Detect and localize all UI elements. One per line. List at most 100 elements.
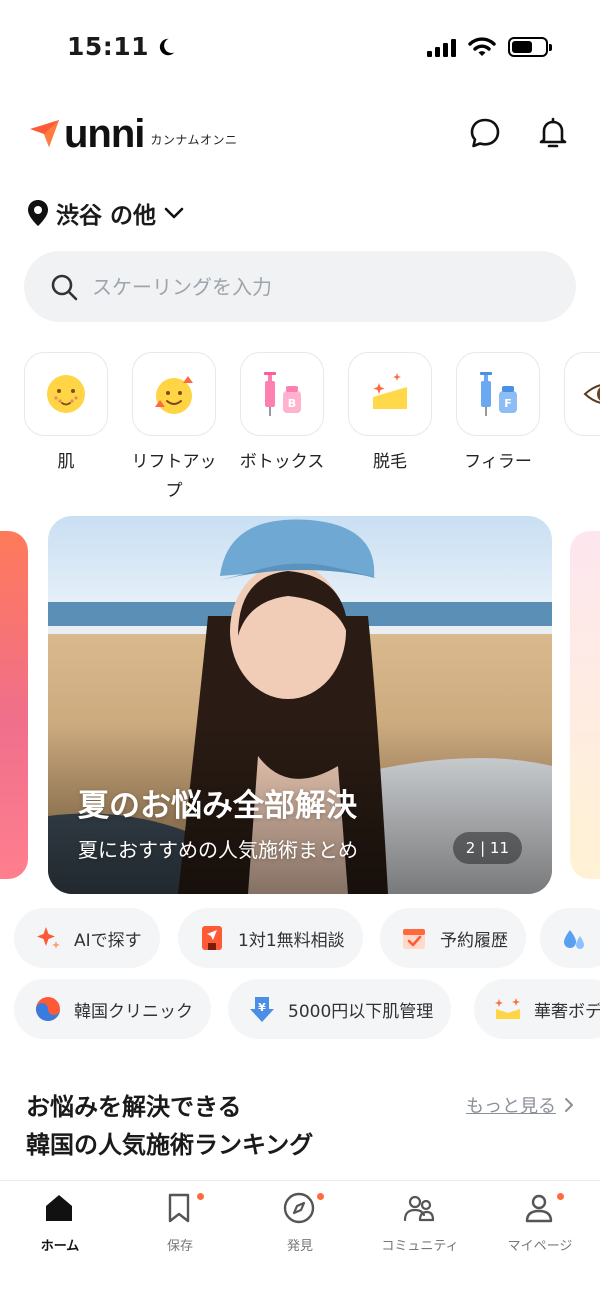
status-bar: 15:11 [0, 0, 600, 96]
category-label: リフトアップ [131, 452, 217, 501]
notification-dot [557, 1193, 564, 1200]
app-logo[interactable]: unni カンナムオンニ [28, 114, 238, 154]
bell-icon[interactable] [536, 116, 570, 150]
chevron-right-icon [565, 1098, 573, 1112]
see-more-label: もっと見る [466, 1096, 556, 1117]
category-tile[interactable] [24, 352, 108, 436]
location-label: 渋谷 の他 [56, 203, 157, 229]
category-label: 脱毛 [373, 452, 407, 472]
chat-icon[interactable] [468, 116, 502, 150]
chip-label: 韓国クリニック [74, 1001, 193, 1022]
quick-menu-row-1: AIで探す 1対1無料相談 予約履歴 [14, 908, 600, 968]
search-input[interactable] [92, 274, 532, 299]
category-hair-removal[interactable]: 脱毛 [348, 352, 432, 477]
status-icons [427, 36, 552, 58]
chip-korea-clinic[interactable]: 韓国クリニック [14, 979, 211, 1039]
category-botox[interactable]: B ボトックス [240, 352, 324, 477]
category-tile[interactable] [564, 352, 600, 436]
category-label: ボトックス [239, 452, 325, 472]
banner-title: 夏のお悩み全部解決 [78, 788, 357, 824]
lift-up-face-icon [155, 376, 193, 414]
category-eye[interactable]: 目 [564, 352, 600, 477]
category-tile[interactable] [348, 352, 432, 436]
chip-more[interactable] [540, 908, 600, 968]
category-tile[interactable] [132, 352, 216, 436]
banner-page-counter: 2 | 11 [452, 832, 522, 864]
home-icon [46, 1195, 72, 1221]
category-tile[interactable]: F [456, 352, 540, 436]
status-time: 15:11 [67, 32, 177, 61]
see-more-link[interactable]: もっと見る [466, 1092, 576, 1118]
category-label: 肌 [57, 452, 75, 472]
chip-label: 華奢ボデ [534, 1001, 600, 1022]
nav-my-page[interactable]: マイページ [480, 1191, 600, 1254]
category-skin[interactable]: 肌 [24, 352, 108, 477]
promo-banner[interactable]: 夏のお悩み全部解決 夏におすすめの人気施術まとめ 2 | 11 [48, 516, 552, 894]
logo-subtitle: カンナムオンニ [150, 133, 238, 147]
logo-arrow-icon [30, 120, 59, 147]
notification-dot [197, 1193, 204, 1200]
consultation-icon [202, 926, 222, 950]
ranking-section: お悩みを解決できる 韓国の人気施術ランキング もっと見る [26, 1088, 576, 1164]
calendar-check-icon [403, 929, 425, 949]
chip-label: 5000円以下肌管理 [288, 1001, 434, 1022]
nav-label: ホーム [40, 1239, 80, 1254]
nav-label: 発見 [286, 1239, 313, 1254]
chevron-down-icon [164, 207, 184, 219]
bottom-nav: ホーム 保存 発見 コミュニティ マイページ [0, 1180, 600, 1304]
nav-saved[interactable]: 保存 [120, 1191, 240, 1254]
filler-syringe-icon: F [480, 372, 517, 416]
chip-label: AIで探す [74, 930, 142, 951]
chip-under-5000-yen[interactable]: ¥ 5000円以下肌管理 [228, 979, 452, 1039]
category-list: 肌 リフトアップ B ボトックス 脱毛 F フィラー [24, 352, 600, 502]
signal-icon [427, 37, 456, 57]
droplets-icon [564, 930, 584, 949]
logo-wordmark: unni [64, 112, 145, 156]
hair-removal-icon [373, 373, 407, 409]
chip-slim-body[interactable]: 華奢ボデ [474, 979, 600, 1039]
category-label: フィラー [464, 452, 532, 472]
botox-syringe-icon: B [264, 372, 301, 416]
chip-ai-search[interactable]: AIで探す [14, 908, 160, 968]
category-lift-up[interactable]: リフトアップ [132, 352, 217, 502]
app-header: unni カンナムオンニ [0, 108, 600, 164]
search-icon [51, 274, 78, 300]
nav-home[interactable]: ホーム [0, 1191, 120, 1254]
moon-icon [159, 38, 175, 55]
chip-free-consultation[interactable]: 1対1無料相談 [178, 908, 363, 968]
ai-sparkle-icon [37, 927, 60, 949]
category-tile[interactable]: B [240, 352, 324, 436]
chip-label: 予約履歴 [440, 930, 508, 951]
nav-discover[interactable]: 発見 [240, 1191, 360, 1254]
location-pin-icon [28, 200, 48, 226]
nav-label: コミュニティ [381, 1239, 459, 1254]
yen-down-icon: ¥ [250, 997, 274, 1022]
location-selector[interactable]: 渋谷 の他 [26, 196, 186, 230]
crown-sparkle-icon [495, 998, 520, 1019]
chip-label: 1対1無料相談 [238, 930, 345, 951]
korea-flag-icon [36, 997, 60, 1021]
clock-text: 15:11 [67, 32, 150, 61]
search-bar[interactable] [24, 251, 576, 322]
notification-dot [317, 1193, 324, 1200]
ranking-title-line2: 韓国の人気施術ランキング [26, 1131, 314, 1159]
eye-icon [583, 384, 600, 404]
profile-icon [525, 1194, 553, 1223]
svg-text:F: F [504, 397, 512, 410]
svg-text:¥: ¥ [258, 1001, 266, 1014]
nav-label: 保存 [166, 1239, 193, 1254]
category-filler[interactable]: F フィラー [456, 352, 540, 477]
banner-subtitle: 夏におすすめの人気施術まとめ [78, 838, 358, 862]
skin-face-icon [47, 375, 85, 413]
banner-prev-card[interactable] [0, 531, 28, 879]
banner-next-card[interactable] [570, 531, 600, 879]
battery-icon [508, 37, 552, 57]
chip-reservation-history[interactable]: 予約履歴 [380, 908, 526, 968]
compass-icon [283, 1192, 315, 1224]
nav-community[interactable]: コミュニティ [360, 1191, 480, 1254]
quick-menu-row-2: 韓国クリニック ¥ 5000円以下肌管理 華奢ボデ [14, 979, 600, 1039]
category-label: 目 [558, 448, 600, 477]
community-icon [403, 1195, 435, 1222]
wifi-icon [468, 37, 496, 56]
bookmark-icon [168, 1193, 190, 1223]
